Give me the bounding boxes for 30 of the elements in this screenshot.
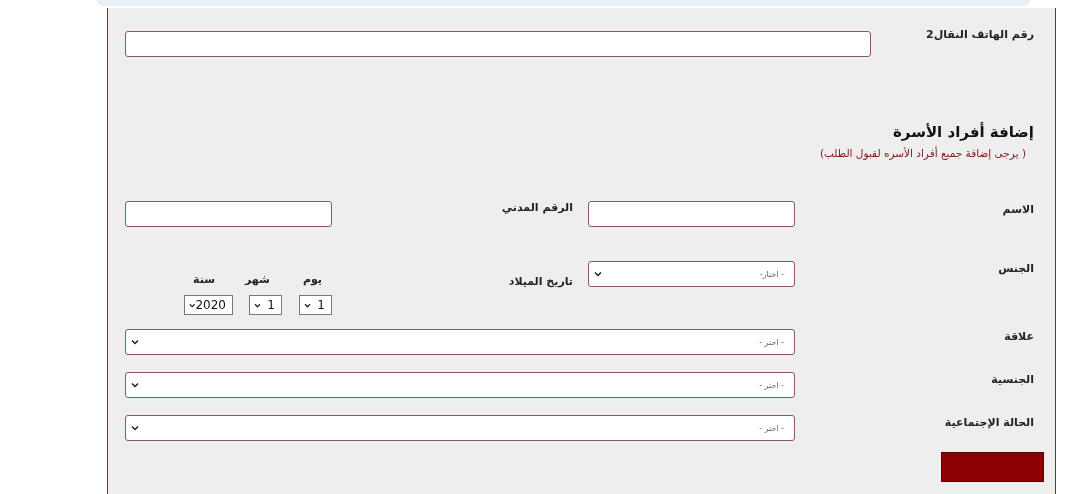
- chevron-icon: [304, 302, 311, 308]
- date-part-label: يوم: [302, 273, 322, 286]
- select-field[interactable]: - اختر -: [125, 415, 795, 441]
- input-field[interactable]: [125, 31, 871, 57]
- chevron-icon: [131, 425, 139, 431]
- field-label: علاقة: [1003, 329, 1034, 343]
- select-field[interactable]: - اختار-: [588, 261, 795, 287]
- section-note: ( يرجى إضافة جميع أفراد الأسره لقبول الطلب): [818, 147, 1027, 159]
- date-select[interactable]: 1: [249, 295, 282, 315]
- chevron-icon: [254, 302, 261, 308]
- chevron-icon: [131, 339, 139, 345]
- date-select[interactable]: 2020: [184, 295, 233, 315]
- field-label: الرقم المدني: [500, 201, 574, 214]
- field-label: الاسم: [1001, 202, 1034, 216]
- chevron-icon: [189, 302, 196, 308]
- date-part-label: شهر: [245, 273, 270, 286]
- select-field[interactable]: - اختر -: [125, 372, 795, 398]
- chevron-icon: [131, 382, 139, 388]
- field-label: تاريخ الميلاد: [507, 275, 574, 288]
- input-field[interactable]: [125, 201, 332, 227]
- select-field[interactable]: - اختر -: [125, 329, 795, 355]
- input-field[interactable]: [588, 201, 795, 227]
- date-select[interactable]: 1: [299, 295, 332, 315]
- date-part-label: سنة: [193, 273, 215, 286]
- section-title: إضافة أفراد الأسرة: [892, 123, 1034, 141]
- chevron-icon: [594, 271, 602, 277]
- field-label: الجنسية: [990, 372, 1034, 386]
- field-label: الجنس: [997, 261, 1034, 275]
- field-label: الحالة الإجتماعية: [943, 415, 1034, 429]
- field-label: رقم الهاتف النقال2: [925, 28, 1034, 41]
